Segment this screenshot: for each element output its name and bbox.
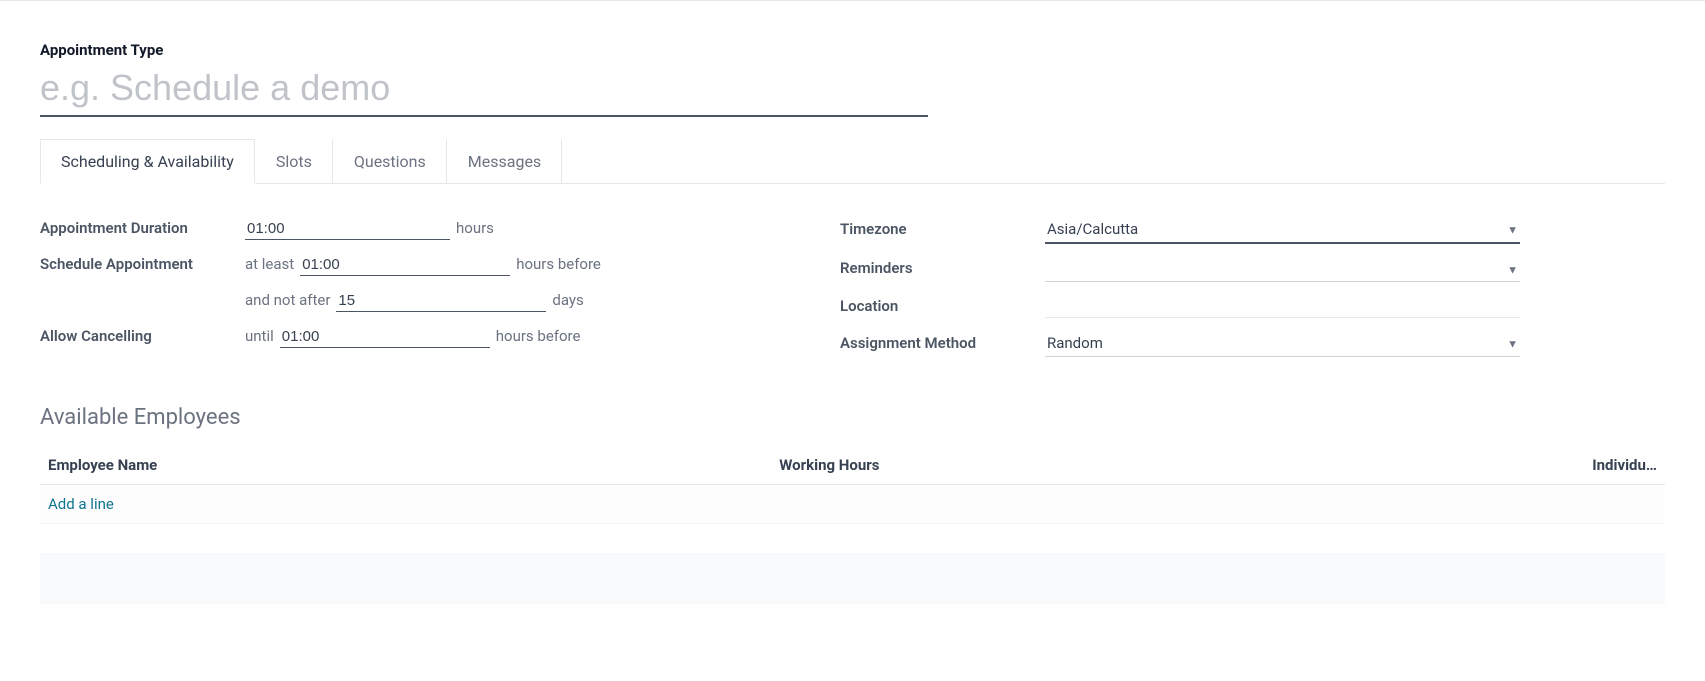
form-area: Appointment Duration hours Schedule Appo…	[40, 218, 1665, 371]
cancel-hours-input[interactable]	[280, 326, 490, 348]
schedule-suffix1: hours before	[516, 255, 601, 273]
label-location: Location	[840, 297, 1045, 315]
schedule-suffix2: days	[552, 291, 583, 309]
row-appointment-duration: Appointment Duration hours	[40, 218, 780, 240]
tab-questions[interactable]: Questions	[333, 139, 447, 183]
table-row-add: Add a line	[40, 485, 1665, 524]
title-label: Appointment Type	[40, 41, 1665, 59]
row-schedule-appointment: Schedule Appointment at least hours befo…	[40, 254, 780, 276]
row-schedule-appointment-2: and not after days	[40, 290, 780, 312]
assignment-method-value: Random	[1047, 334, 1103, 352]
timezone-value: Asia/Calcutta	[1047, 220, 1138, 238]
chevron-down-icon: ▼	[1507, 263, 1518, 276]
row-assignment-method: Assignment Method Random ▼	[840, 332, 1540, 357]
label-timezone: Timezone	[840, 220, 1045, 238]
label-reminders: Reminders	[840, 259, 1045, 277]
timezone-select[interactable]: Asia/Calcutta ▼	[1045, 218, 1520, 244]
col-individual: Individu…	[1503, 446, 1666, 485]
schedule-max-days-input[interactable]	[336, 290, 546, 312]
row-timezone: Timezone Asia/Calcutta ▼	[840, 218, 1540, 244]
location-input[interactable]	[1045, 296, 1520, 318]
left-column: Appointment Duration hours Schedule Appo…	[40, 218, 780, 371]
col-employee-name: Employee Name	[40, 446, 771, 485]
cancel-prefix: until	[245, 327, 274, 345]
appointment-type-form: Appointment Type Scheduling & Availabili…	[0, 0, 1705, 664]
col-working-hours: Working Hours	[771, 446, 1502, 485]
employees-header-row: Employee Name Working Hours Individu…	[40, 446, 1665, 485]
label-schedule-appointment: Schedule Appointment	[40, 255, 245, 273]
schedule-min-hours-input[interactable]	[300, 254, 510, 276]
label-allow-cancelling: Allow Cancelling	[40, 327, 245, 345]
footer-bar	[40, 554, 1665, 604]
reminders-input-cursor[interactable]	[1047, 260, 1049, 277]
row-reminders: Reminders ▼	[840, 258, 1540, 282]
label-assignment-method: Assignment Method	[840, 334, 1045, 352]
schedule-prefix2: and not after	[245, 291, 330, 309]
row-allow-cancelling: Allow Cancelling until hours before	[40, 326, 780, 348]
tabs: Scheduling & Availability Slots Question…	[40, 139, 1665, 184]
appointment-type-title-input[interactable]	[40, 65, 928, 117]
cancel-suffix: hours before	[496, 327, 581, 345]
chevron-down-icon: ▼	[1507, 338, 1518, 351]
employees-table: Employee Name Working Hours Individu… Ad…	[40, 446, 1665, 524]
assignment-method-select[interactable]: Random ▼	[1045, 332, 1520, 357]
tab-slots[interactable]: Slots	[255, 139, 333, 183]
available-employees-title: Available Employees	[40, 405, 1665, 430]
tab-scheduling-availability[interactable]: Scheduling & Availability	[40, 139, 255, 184]
right-column: Timezone Asia/Calcutta ▼ Reminders ▼ Loc…	[840, 218, 1540, 371]
row-location: Location	[840, 296, 1540, 318]
chevron-down-icon: ▼	[1507, 224, 1518, 237]
add-a-line-link[interactable]: Add a line	[48, 495, 114, 513]
schedule-prefix1: at least	[245, 255, 294, 273]
appointment-duration-input[interactable]	[245, 218, 450, 240]
label-appointment-duration: Appointment Duration	[40, 219, 245, 237]
reminders-select[interactable]: ▼	[1045, 258, 1520, 282]
tab-messages[interactable]: Messages	[447, 139, 562, 183]
duration-suffix: hours	[456, 219, 494, 237]
